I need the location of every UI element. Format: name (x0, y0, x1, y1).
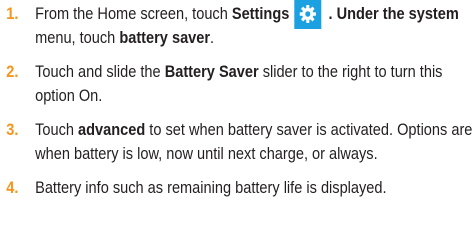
advanced-label: advanced (78, 121, 146, 139)
settings-label: Settings (231, 5, 290, 23)
step-text: . Under the (324, 5, 409, 23)
step-number: 3. (6, 121, 19, 139)
step-number: 2. (6, 63, 19, 81)
battery-saver-slider-label: Battery Saver (164, 63, 259, 81)
step-text: Touch (35, 121, 79, 139)
battery-saver-label: battery saver (119, 29, 211, 47)
step-2: 2. Touch and slide the Battery Saver slid… (0, 60, 473, 108)
step-text: system (408, 5, 459, 23)
step-text: . (210, 29, 215, 47)
instruction-list: 1. From the Home screen, touch Settings .… (0, 0, 475, 210)
step-text: Battery info such as remaining battery l… (35, 179, 387, 197)
step-text: From the Home screen, touch (35, 5, 232, 23)
step-1: 1. From the Home screen, touch Settings .… (0, 0, 473, 50)
step-3: 3. Touch advanced to set when battery sav… (0, 118, 473, 166)
step-text: menu, touch (35, 29, 120, 47)
step-number: 1. (6, 5, 19, 23)
step-number: 4. (6, 179, 19, 197)
step-4: 4. Battery info such as remaining battery… (0, 176, 473, 200)
step-text: Touch and slide the (35, 63, 165, 81)
gear-icon (294, 0, 322, 29)
